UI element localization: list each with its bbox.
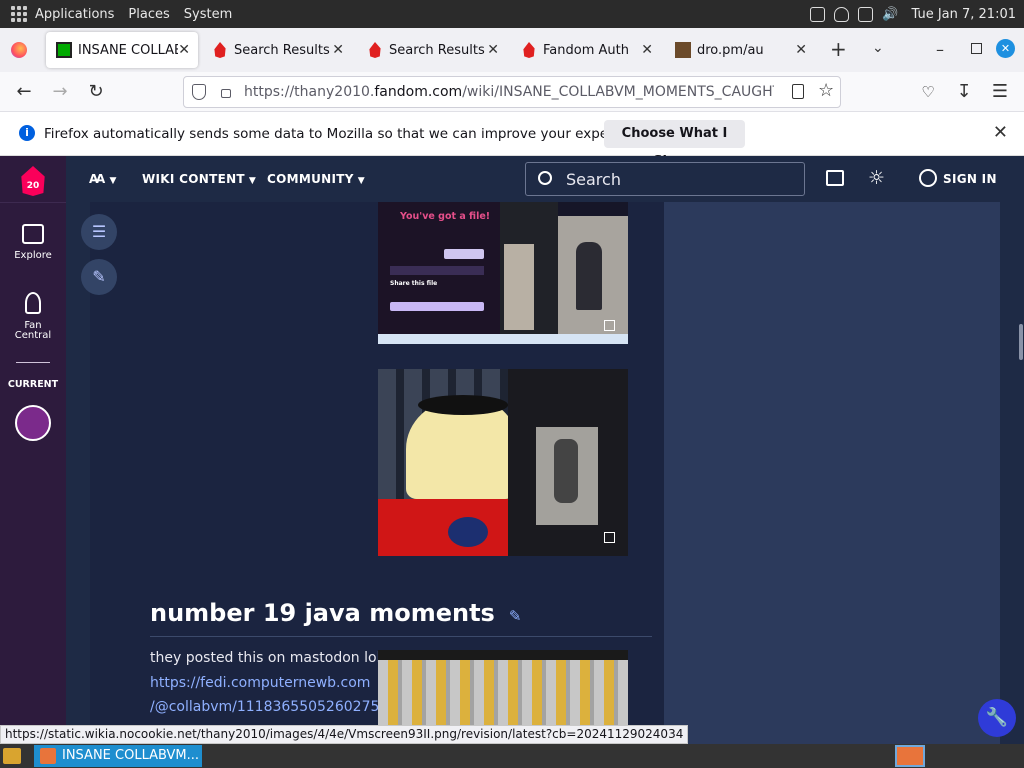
screenshot-image-1[interactable]: You've got a file! Share this file	[378, 202, 628, 344]
tab-fandom-auth[interactable]: Fandom Auth ✕	[511, 32, 661, 68]
theme-toggle-icon[interactable]: ☼	[868, 167, 885, 189]
search-icon	[538, 171, 552, 185]
new-tab-icon[interactable]: +	[830, 37, 847, 61]
section-heading: number 19 java moments ✎	[150, 599, 522, 627]
bottom-taskbar: INSANE COLLABVM...	[0, 744, 1024, 768]
collabvm-icon	[56, 42, 72, 58]
window-icon[interactable]	[858, 6, 874, 22]
minimize-icon[interactable]: –	[936, 40, 944, 59]
reader-view-icon[interactable]	[792, 84, 804, 99]
pocket-icon[interactable]: ♡	[916, 80, 940, 104]
info-icon: i	[19, 125, 35, 141]
close-window-icon[interactable]: ✕	[996, 39, 1015, 58]
close-notification-icon[interactable]: ✕	[993, 122, 1008, 143]
mastodon-link-line-2[interactable]: /@collabvm/111836550526027558	[150, 699, 397, 715]
back-icon[interactable]: ←	[12, 80, 36, 104]
firefox-menu-icon[interactable]	[11, 42, 27, 58]
restore-icon[interactable]	[971, 43, 982, 54]
forward-icon[interactable]: →	[48, 80, 72, 104]
explore-nav-item[interactable]: Explore	[0, 224, 66, 261]
fandom-flame-icon	[523, 42, 535, 58]
close-tab-icon[interactable]: ✕	[795, 42, 807, 58]
fandom-header: Ꜳ ▼ WIKI CONTENT ▼ COMMUNITY ▼ Search ☼ SIG…	[66, 156, 1024, 202]
section-divider	[150, 636, 652, 637]
applications-grid-icon[interactable]	[11, 6, 27, 22]
firefox-window-icon	[40, 748, 56, 764]
page-content: You've got a file! Share this file numbe…	[66, 202, 1024, 744]
rocket-icon	[25, 292, 41, 314]
mastodon-link-line-1[interactable]: https://fedi.computernewb.com	[150, 675, 370, 691]
shield-update-icon[interactable]	[834, 6, 850, 22]
tab-insane-collabvm[interactable]: INSANE COLLABVM ✕	[46, 32, 198, 68]
tab-dro-pm[interactable]: dro.pm/au ✕	[665, 32, 815, 68]
applications-menu[interactable]: Applications	[35, 7, 114, 22]
system-top-bar: Applications Places System 🔊 Tue Jan 7, …	[0, 0, 1024, 28]
data-reporting-notification: i Firefox automatically sends some data …	[0, 112, 1024, 169]
tracking-protection-icon[interactable]	[192, 84, 206, 100]
downloads-icon[interactable]: ↧	[952, 80, 976, 104]
clock[interactable]: Tue Jan 7, 21:01	[911, 7, 1016, 22]
edit-page-button[interactable]: ✎	[81, 259, 117, 295]
link-status-url: https://static.wikia.nocookie.net/thany2…	[0, 725, 689, 744]
right-rail	[664, 202, 1000, 744]
wiki-menu-button[interactable]: Ꜳ ▼	[89, 172, 117, 186]
tab-search-results-1[interactable]: Search Results | ✕	[202, 32, 352, 68]
explore-icon	[22, 224, 44, 244]
reload-icon[interactable]: ↻	[84, 80, 108, 104]
community-menu[interactable]: COMMUNITY ▼	[267, 172, 365, 186]
sign-in-link[interactable]: SIGN IN	[943, 172, 997, 186]
edit-section-icon[interactable]: ✎	[509, 607, 522, 625]
screenshot-image-2[interactable]	[378, 369, 628, 556]
scrollbar-thumb[interactable]	[1019, 324, 1023, 360]
fandom-flame-icon	[369, 42, 381, 58]
lock-icon[interactable]	[221, 89, 231, 98]
url-bar[interactable]: https://thany2010.fandom.com/wiki/INSANE…	[183, 76, 841, 108]
list-all-tabs-icon[interactable]: ⌄	[872, 40, 884, 56]
taskbar-window-firefox[interactable]: INSANE COLLABVM...	[34, 745, 202, 767]
paragraph-text: they posted this on mastodon lol	[150, 650, 381, 666]
fandom-global-nav: 20 Explore Fan Central CURRENT	[0, 156, 66, 744]
gallery-expand-icon[interactable]	[604, 320, 615, 331]
bookmark-star-icon[interactable]: ☆	[818, 80, 834, 101]
clipboard-icon[interactable]	[810, 6, 826, 22]
generic-page-icon	[675, 42, 691, 58]
close-tab-icon[interactable]: ✕	[332, 42, 344, 58]
discussions-icon[interactable]	[826, 170, 844, 186]
file-share-dialog: You've got a file! Share this file	[378, 202, 500, 334]
article-body: You've got a file! Share this file numbe…	[90, 202, 664, 744]
tab-search-results-2[interactable]: Search Results | ✕	[357, 32, 507, 68]
close-tab-icon[interactable]: ✕	[641, 42, 653, 58]
fan-central-nav-item[interactable]: Fan Central	[0, 292, 66, 341]
url-text[interactable]: https://thany2010.fandom.com/wiki/INSANE…	[244, 84, 774, 100]
close-tab-icon[interactable]: ✕	[487, 42, 499, 58]
wiki-content-menu[interactable]: WIKI CONTENT ▼	[142, 172, 256, 186]
fandom-flame-icon	[214, 42, 226, 58]
volume-icon[interactable]: 🔊	[882, 7, 898, 22]
gallery-expand-icon[interactable]	[604, 532, 615, 543]
fandom-logo-icon[interactable]: 20	[21, 166, 45, 196]
current-wiki-avatar[interactable]	[15, 405, 51, 441]
close-tab-icon[interactable]: ✕	[178, 42, 190, 58]
workspace-switcher-icon[interactable]	[895, 745, 925, 767]
show-desktop-icon[interactable]	[3, 748, 21, 764]
browser-tab-strip: INSANE COLLABVM ✕ Search Results | ✕ Sea…	[0, 28, 1024, 72]
search-input[interactable]: Search	[525, 162, 805, 196]
places-menu[interactable]: Places	[128, 7, 169, 22]
hamburger-menu-icon[interactable]: ☰	[988, 80, 1012, 104]
navigation-bar: ← → ↻ https://thany2010.fandom.com/wiki/…	[0, 72, 1024, 112]
table-of-contents-button[interactable]: ☰	[81, 214, 117, 250]
user-icon[interactable]	[919, 169, 937, 187]
notification-message: Firefox automatically sends some data to…	[44, 126, 655, 142]
wrench-tools-icon[interactable]: 🔧	[978, 699, 1016, 737]
choose-what-i-share-button[interactable]: Choose What I Share	[604, 120, 745, 169]
current-label: CURRENT	[7, 379, 59, 390]
system-menu[interactable]: System	[184, 7, 232, 22]
